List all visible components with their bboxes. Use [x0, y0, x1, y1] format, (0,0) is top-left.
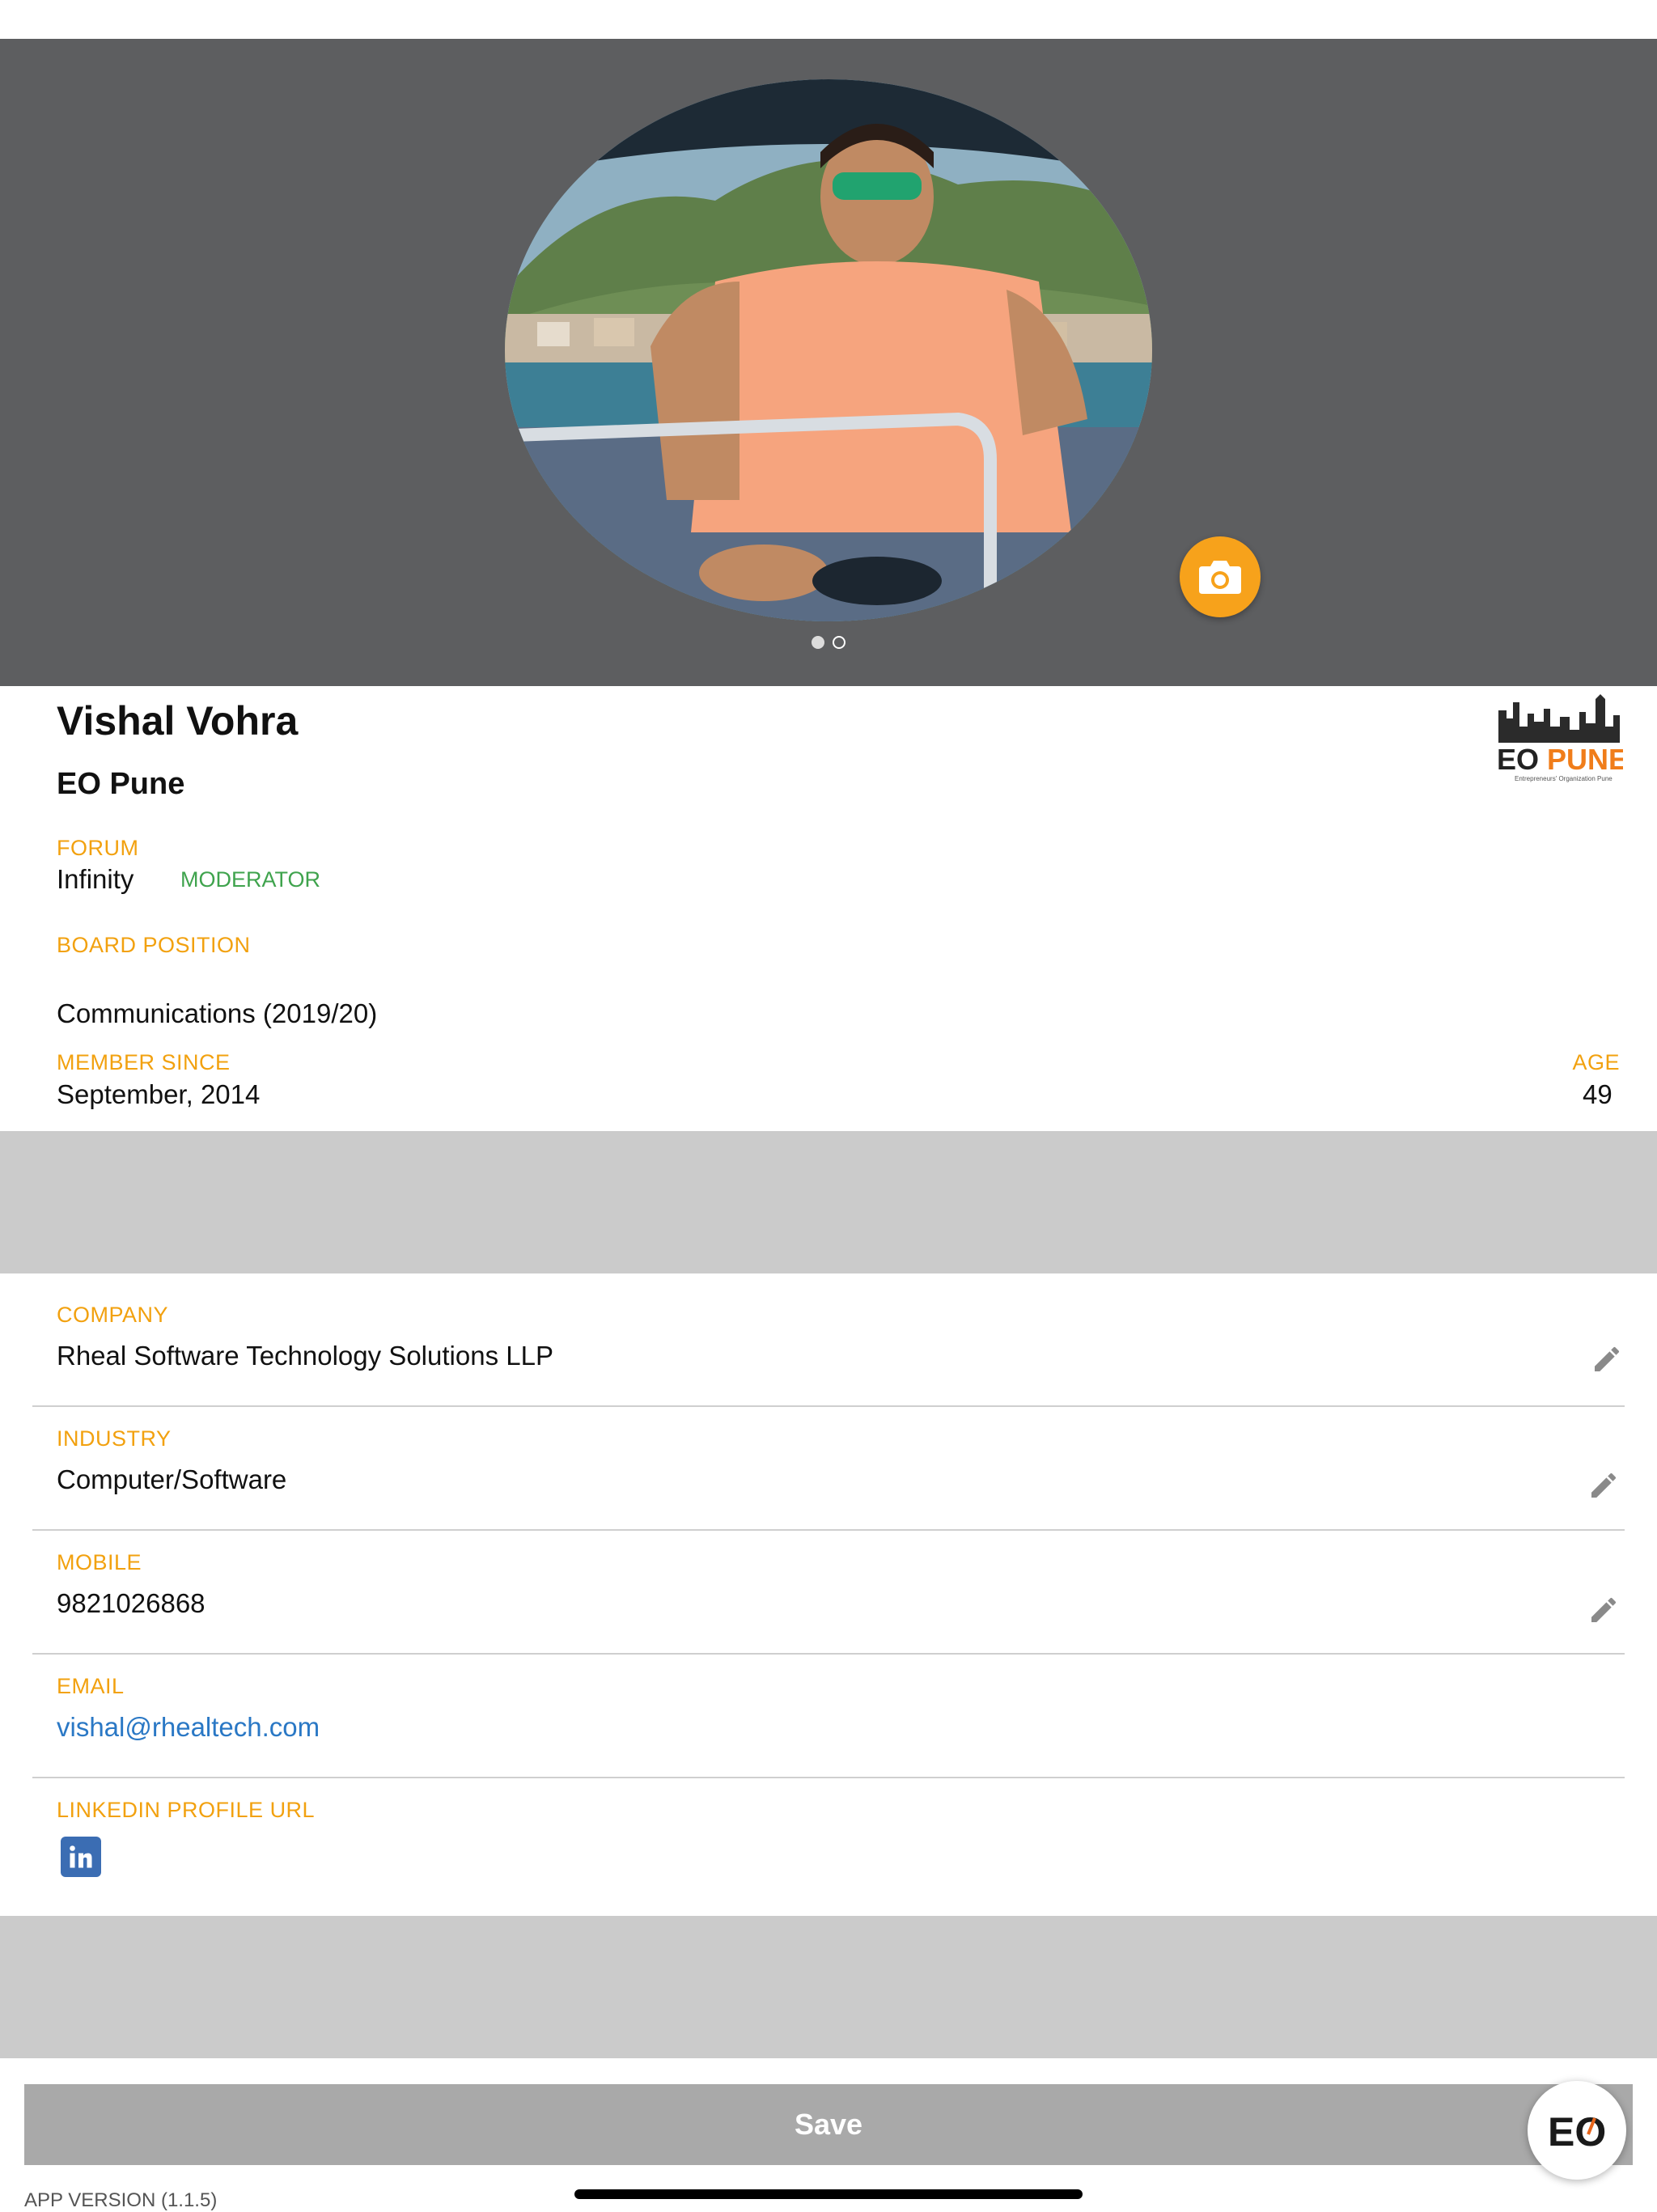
- age-label: AGE: [1572, 1050, 1620, 1074]
- pager-dot-active[interactable]: [812, 636, 824, 649]
- section-separator: [0, 1131, 1657, 1273]
- edit-mobile-pencil-icon[interactable]: [1587, 1594, 1620, 1626]
- company-value: Rheal Software Technology Solutions LLP: [57, 1341, 553, 1371]
- eo-logo-icon: EO: [1548, 2110, 1606, 2151]
- industry-label: INDUSTRY: [57, 1426, 172, 1451]
- logo-city-text: PUNE: [1547, 743, 1623, 776]
- app-version: APP VERSION (1.1.5): [24, 2189, 218, 2211]
- board-position-value: Communications (2019/20): [57, 998, 378, 1028]
- age-value: 49: [1583, 1079, 1613, 1109]
- logo-eo-text: EO: [1497, 743, 1539, 776]
- change-photo-button[interactable]: [1180, 536, 1261, 617]
- email-label: EMAIL: [57, 1674, 125, 1698]
- company-label: COMPANY: [57, 1303, 169, 1327]
- edit-industry-pencil-icon[interactable]: [1587, 1469, 1620, 1502]
- divider: [32, 1777, 1625, 1778]
- section-separator: [0, 1916, 1657, 2058]
- divider: [32, 1405, 1625, 1407]
- mobile-label: MOBILE: [57, 1550, 142, 1574]
- member-name: Vishal Vohra: [57, 698, 299, 744]
- eo-pune-logo: EO PUNE Entrepreneurs' Organization Pune: [1495, 694, 1628, 786]
- profile-photo-carousel[interactable]: [0, 39, 1657, 686]
- eo-menu-button[interactable]: EO: [1528, 2081, 1626, 2180]
- board-position-label: BOARD POSITION: [57, 933, 251, 957]
- divider: [32, 1529, 1625, 1531]
- email-link[interactable]: vishal@rhealtech.com: [57, 1712, 320, 1743]
- profile-photo[interactable]: [505, 79, 1152, 621]
- member-since-label: MEMBER SINCE: [57, 1050, 231, 1074]
- divider: [32, 1653, 1625, 1655]
- status-bar: [0, 0, 1657, 39]
- industry-value: Computer/Software: [57, 1464, 287, 1494]
- moderator-badge: MODERATOR: [180, 867, 321, 892]
- profile-photo-image: [505, 79, 1152, 621]
- photo-pager: [0, 636, 1657, 655]
- forum-label: FORUM: [57, 836, 139, 860]
- camera-icon: [1199, 561, 1241, 594]
- edit-company-pencil-icon[interactable]: [1591, 1343, 1623, 1375]
- forum-value: Infinity: [57, 864, 134, 894]
- eo-fab-label: EO: [1548, 2110, 1606, 2151]
- chapter-name: EO Pune: [57, 767, 185, 801]
- member-since-value: September, 2014: [57, 1079, 261, 1109]
- home-indicator: [574, 2189, 1083, 2199]
- logo-tagline: Entrepreneurs' Organization Pune: [1515, 775, 1613, 782]
- linkedin-icon[interactable]: [61, 1837, 101, 1877]
- mobile-value: 9821026868: [57, 1588, 206, 1618]
- pager-dot[interactable]: [833, 636, 845, 649]
- linkedin-label: LINKEDIN PROFILE URL: [57, 1798, 316, 1822]
- save-button[interactable]: Save: [24, 2084, 1633, 2165]
